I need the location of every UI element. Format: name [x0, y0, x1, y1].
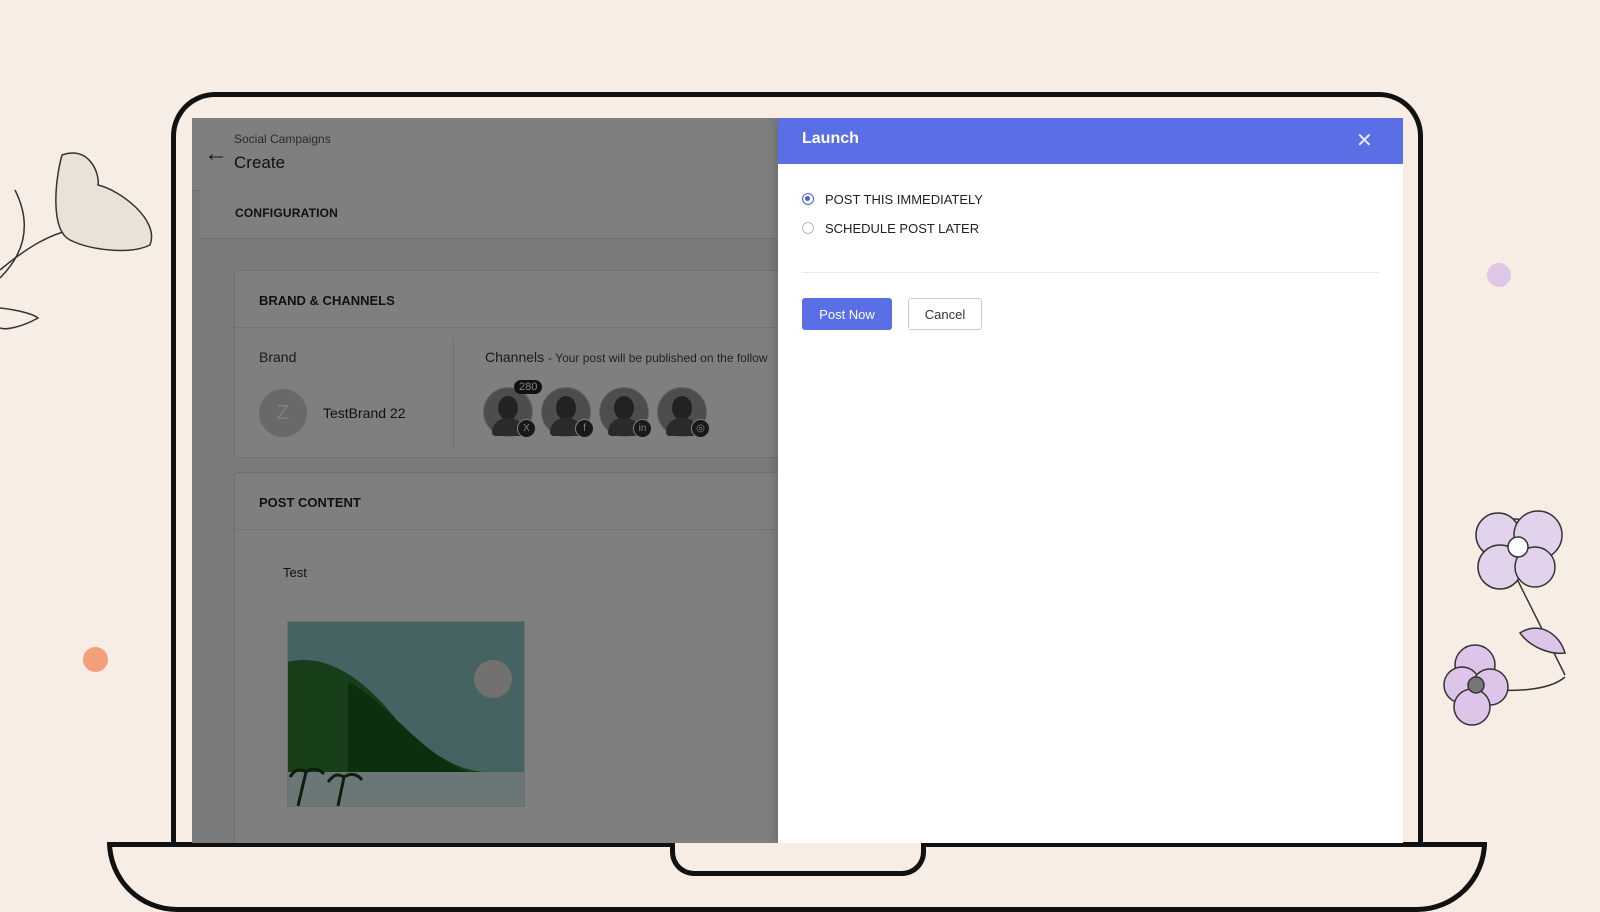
decorative-dot-orange [83, 647, 108, 672]
flower-illustration-left [0, 152, 153, 330]
radio-button[interactable] [802, 222, 814, 234]
laptop-screen: ← Social Campaigns Create CONFIGURATION … [192, 118, 1403, 843]
dialog-header: Launch ✕ [778, 118, 1403, 164]
option-post-immediately[interactable]: POST THIS IMMEDIATELY [802, 188, 983, 210]
launch-dialog: Launch ✕ POST THIS IMMEDIATELY SCHEDULE … [778, 118, 1403, 843]
radio-button-checked[interactable] [802, 193, 814, 205]
option-label: POST THIS IMMEDIATELY [825, 191, 983, 207]
close-icon[interactable]: ✕ [1356, 128, 1373, 153]
option-label: SCHEDULE POST LATER [825, 220, 980, 236]
modal-backdrop[interactable] [192, 118, 778, 843]
post-now-button[interactable]: Post Now [802, 298, 892, 330]
decorative-dot-purple [1487, 263, 1511, 287]
flower-illustration-right [1443, 510, 1566, 726]
divider [802, 272, 1379, 273]
laptop-notch [670, 842, 926, 876]
dialog-title: Launch [802, 130, 859, 147]
cancel-button[interactable]: Cancel [908, 298, 982, 330]
option-schedule-later[interactable]: SCHEDULE POST LATER [802, 217, 979, 239]
